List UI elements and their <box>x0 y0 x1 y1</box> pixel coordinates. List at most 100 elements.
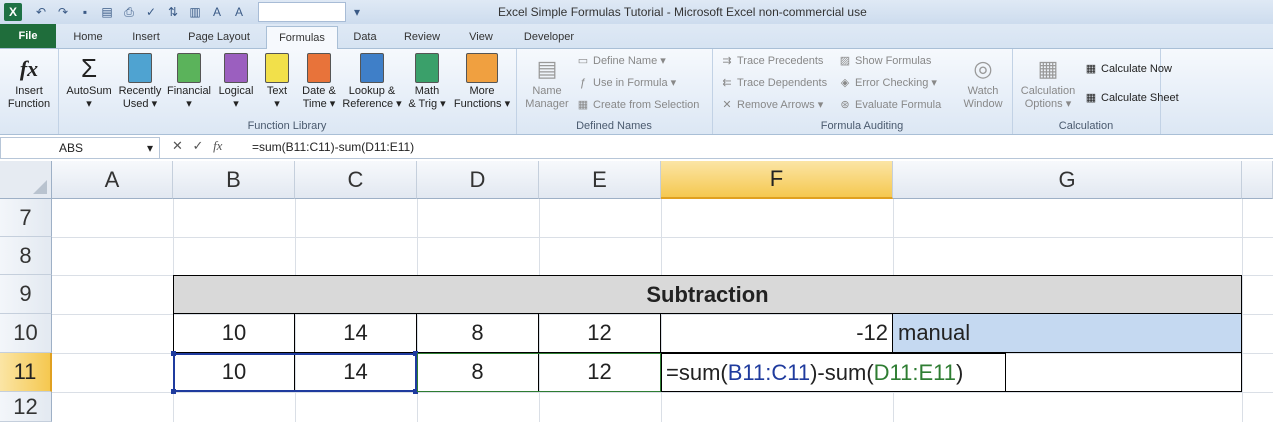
save-icon[interactable]: ▪ <box>76 3 94 21</box>
tab-page-layout[interactable]: Page Layout <box>178 26 260 48</box>
cell-f10[interactable]: -12 <box>661 314 893 353</box>
cell-c10[interactable]: 14 <box>295 314 417 353</box>
enter-icon[interactable]: ✓ <box>193 138 204 153</box>
logical-button[interactable]: Logical ▾ <box>214 53 258 111</box>
define-name-button[interactable]: ▭ Define Name ▾ <box>576 54 666 67</box>
group-insert-function: fx Insert Function <box>0 49 59 134</box>
column-header-d[interactable]: D <box>417 161 539 199</box>
cell-d10[interactable]: 8 <box>417 314 539 353</box>
subtraction-title-cell[interactable]: Subtraction <box>173 275 1242 314</box>
quick-access-toolbar: X ↶ ↷ ▪ ▤ ⎙ ✓ ⇅ ▥ A A ▾ <box>0 0 368 24</box>
group-defined-names: ▤ Name Manager ▭ Define Name ▾ ƒ Use in Fo… <box>516 49 713 134</box>
column-header-g[interactable]: G <box>893 161 1242 199</box>
row-header-12[interactable]: 12 <box>0 392 52 422</box>
tab-home[interactable]: Home <box>62 26 114 48</box>
redo-icon[interactable]: ↷ <box>54 3 72 21</box>
insert-function-label: Insert <box>15 85 43 97</box>
recently-used-button[interactable]: Recently Used ▾ <box>116 53 164 111</box>
row-header-10[interactable]: 10 <box>0 314 52 353</box>
column-header-f[interactable]: F <box>661 161 893 199</box>
cell-f11-editing[interactable]: =sum(B11:C11)-sum(D11:E11) <box>661 353 1006 392</box>
customize-qat-icon[interactable]: ▾ <box>348 3 366 21</box>
excel-logo-icon[interactable]: X <box>4 3 22 21</box>
lookup-reference-button[interactable]: Lookup & Reference ▾ <box>342 53 402 111</box>
trace-dependents-button[interactable]: ⇇ Trace Dependents <box>720 76 827 89</box>
show-formulas-button[interactable]: ▨ Show Formulas <box>838 54 932 67</box>
row-header-11[interactable]: 11 <box>0 353 52 392</box>
font-size-increase-icon[interactable]: A <box>208 3 226 21</box>
column-header-h[interactable] <box>1242 161 1273 199</box>
text-button[interactable]: Text ▾ <box>258 53 296 111</box>
qat-font-box[interactable] <box>258 2 346 22</box>
insert-chart-icon[interactable]: ▥ <box>186 3 204 21</box>
remove-arrows-button[interactable]: ✕ Remove Arrows ▾ <box>720 98 823 111</box>
column-header-b[interactable]: B <box>173 161 295 199</box>
row-header-9[interactable]: 9 <box>0 275 52 314</box>
cancel-icon[interactable]: ✕ <box>172 138 183 153</box>
more-functions-label: More <box>469 85 495 97</box>
sort-icon[interactable]: ⇅ <box>164 3 182 21</box>
trace-precedents-button[interactable]: ⇉ Trace Precedents <box>720 54 823 67</box>
name-box[interactable]: ABS ▾ <box>0 137 160 159</box>
error-checking-label: Error Checking ▾ <box>855 77 937 89</box>
formula-ref-b11-c11: B11:C11 <box>727 359 811 385</box>
name-manager-icon: ▤ <box>536 55 558 81</box>
defined-names-group-label: Defined Names <box>576 120 652 132</box>
range-handle[interactable] <box>171 351 176 356</box>
undo-icon[interactable]: ↶ <box>32 3 50 21</box>
error-checking-button[interactable]: ◈ Error Checking ▾ <box>838 76 937 89</box>
watch-window-label: Watch <box>967 85 999 97</box>
calculate-sheet-button[interactable]: ▦ Calculate Sheet <box>1084 91 1179 104</box>
ribbon-tabs: File Home Insert Page Layout Formulas Da… <box>0 24 1273 49</box>
ribbon: fx Insert Function Σ AutoSum ▾ Recently … <box>0 49 1273 135</box>
calculation-options-button[interactable]: ▦ Calculation Options ▾ <box>1016 53 1080 111</box>
tab-formulas[interactable]: Formulas <box>266 26 338 49</box>
financial-button[interactable]: Financial ▾ <box>164 53 214 111</box>
range-highlight-d11-e11 <box>417 353 661 392</box>
calculate-now-button[interactable]: ▦ Calculate Now <box>1084 62 1172 75</box>
autosum-button[interactable]: Σ AutoSum ▾ <box>62 53 116 111</box>
tab-file[interactable]: File <box>0 24 56 48</box>
financial-dropdown: ▾ <box>186 98 192 110</box>
math-trig-button[interactable]: Math & Trig ▾ <box>402 53 452 111</box>
row-header-8[interactable]: 8 <box>0 237 52 275</box>
print-preview-icon[interactable]: ▤ <box>98 3 116 21</box>
tab-review[interactable]: Review <box>394 26 450 48</box>
select-all-button[interactable] <box>0 161 52 199</box>
date-time-button[interactable]: Date & Time ▾ <box>296 53 342 111</box>
name-manager-button[interactable]: ▤ Name Manager <box>522 53 572 111</box>
column-header-a[interactable]: A <box>52 161 173 199</box>
calculation-options-label: Calculation <box>1020 85 1076 97</box>
cell-e10[interactable]: 12 <box>539 314 661 353</box>
cell-e10-value: 12 <box>587 320 612 345</box>
watch-window-button[interactable]: ◎ Watch Window <box>958 53 1008 111</box>
date-time-book-icon <box>307 53 331 83</box>
text-label: Text <box>266 85 288 97</box>
insert-function-icon[interactable]: fx <box>213 138 222 153</box>
cell-b10[interactable]: 10 <box>173 314 295 353</box>
spelling-icon[interactable]: ✓ <box>142 3 160 21</box>
tab-view[interactable]: View <box>456 26 506 48</box>
print-icon[interactable]: ⎙ <box>120 3 138 21</box>
column-header-c[interactable]: C <box>295 161 417 199</box>
use-in-formula-button[interactable]: ƒ Use in Formula ▾ <box>576 76 676 89</box>
column-header-e[interactable]: E <box>539 161 661 199</box>
insert-function-button[interactable]: fx Insert Function <box>4 53 54 111</box>
tab-insert[interactable]: Insert <box>120 26 172 48</box>
tab-data[interactable]: Data <box>342 26 388 48</box>
tab-developer[interactable]: Developer <box>512 26 586 48</box>
calculate-sheet-label: Calculate Sheet <box>1101 92 1179 104</box>
formula-text-part: )-sum( <box>810 359 874 385</box>
cell-c10-value: 14 <box>343 320 368 345</box>
font-size-decrease-icon[interactable]: A <box>230 3 248 21</box>
lookup-label: Lookup & <box>348 85 396 97</box>
evaluate-formula-button[interactable]: ⊛ Evaluate Formula <box>838 98 941 111</box>
name-box-dropdown-icon[interactable]: ▾ <box>147 141 153 155</box>
formula-input[interactable]: =sum(B11:C11)-sum(D11:E11) <box>252 140 414 154</box>
window-title: Excel Simple Formulas Tutorial - Microso… <box>498 5 867 19</box>
range-handle[interactable] <box>171 389 176 394</box>
create-from-selection-button[interactable]: ▦ Create from Selection <box>576 98 700 111</box>
row-header-7[interactable]: 7 <box>0 199 52 237</box>
cell-g10[interactable]: manual <box>893 314 1242 353</box>
more-functions-button[interactable]: More Functions ▾ <box>452 53 512 111</box>
